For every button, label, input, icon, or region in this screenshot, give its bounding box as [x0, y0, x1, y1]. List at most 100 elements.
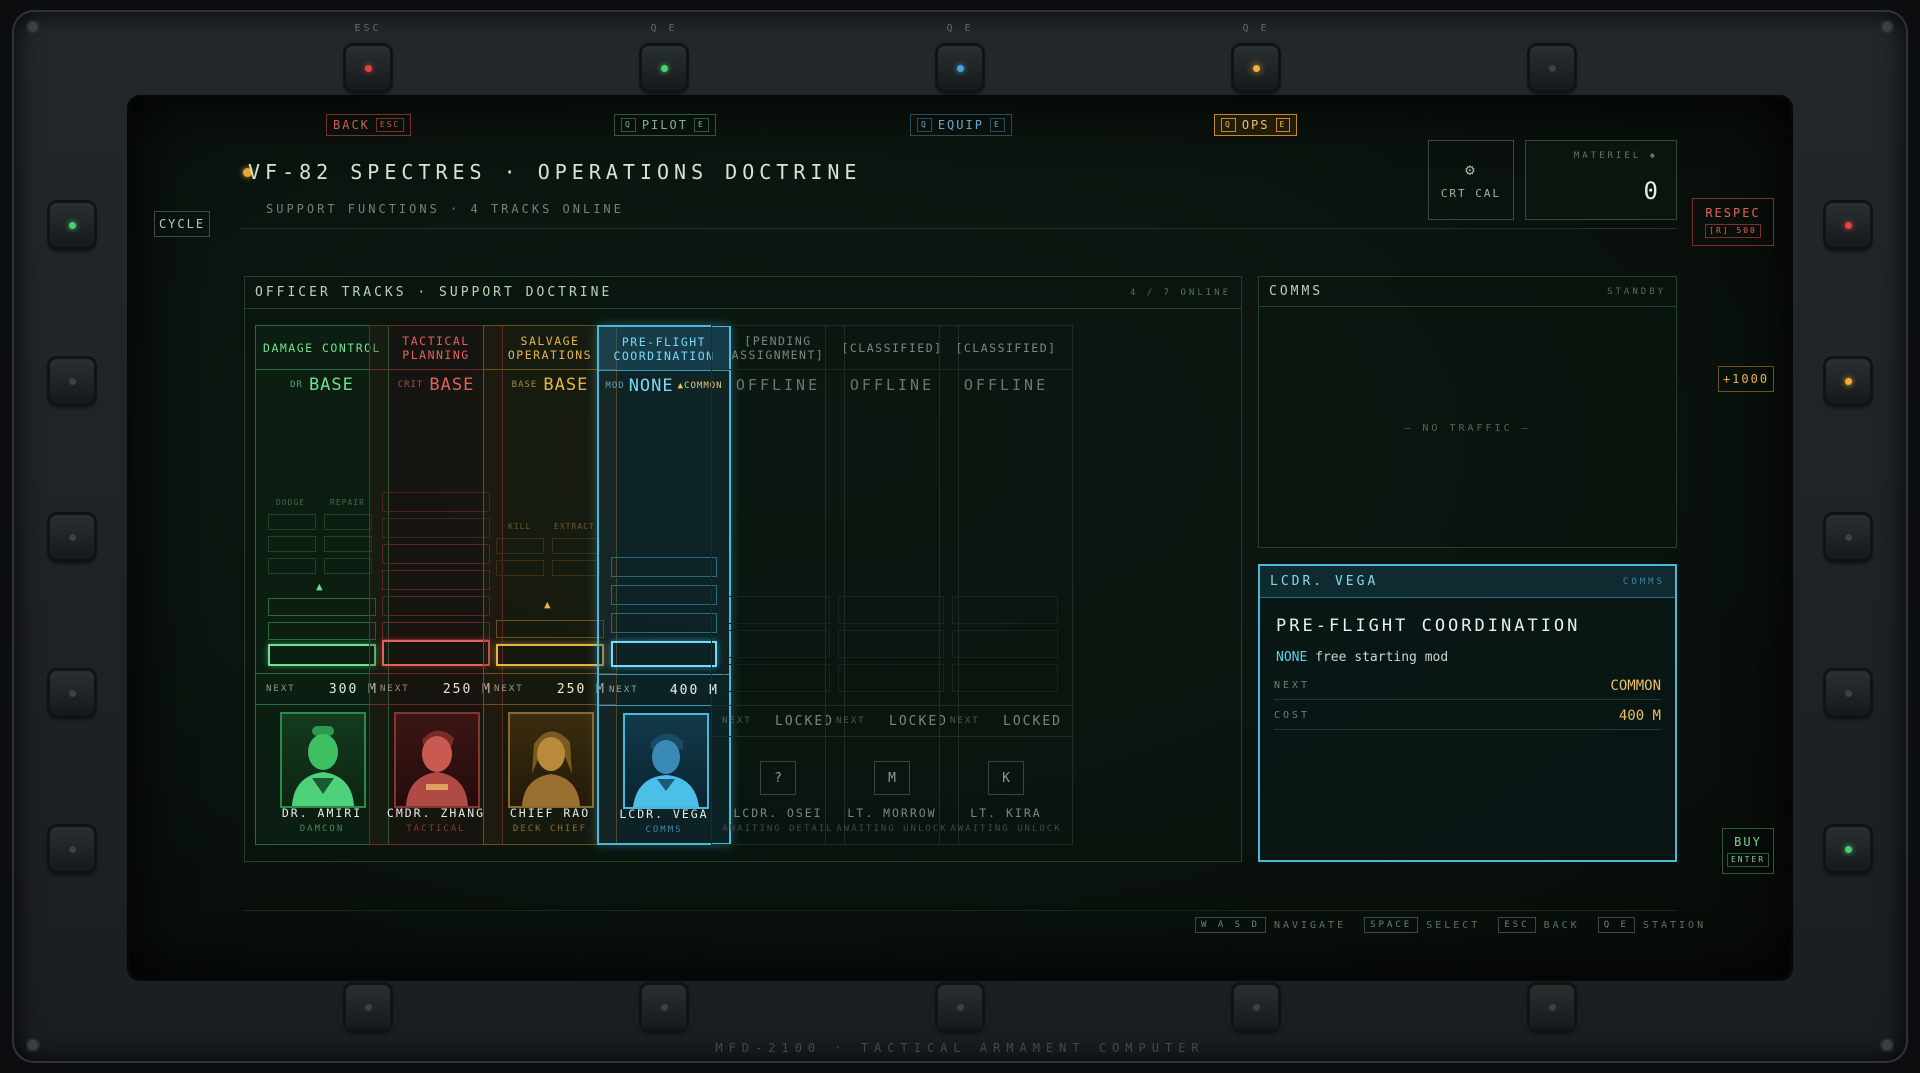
tier-slot[interactable]	[382, 596, 490, 616]
tier-slot[interactable]	[382, 492, 490, 512]
mod-slot[interactable]	[268, 558, 316, 574]
tab-back[interactable]: BACK ESC	[326, 114, 412, 136]
hw-button[interactable]	[50, 515, 94, 559]
led-indicator	[1844, 377, 1852, 385]
led-indicator	[956, 1003, 964, 1011]
led-indicator	[1252, 64, 1260, 72]
tier-slot[interactable]	[611, 557, 717, 577]
mod-slot[interactable]	[268, 514, 316, 530]
hw-button[interactable]	[346, 985, 390, 1029]
led-indicator	[364, 1003, 372, 1011]
officer-tracks-panel: OFFICER TRACKS · SUPPORT DOCTRINE 4 / 7 …	[244, 276, 1242, 862]
officer-portrait	[394, 712, 480, 808]
hint-label: BACK	[1543, 919, 1580, 931]
comms-status: STANDBY	[1607, 286, 1666, 297]
tier-slot[interactable]	[611, 585, 717, 605]
hw-button[interactable]	[1826, 515, 1870, 559]
led-indicator	[68, 221, 76, 229]
buy-label: BUY	[1734, 835, 1762, 849]
hw-button-back[interactable]	[346, 46, 390, 90]
tier-slot[interactable]	[382, 518, 490, 538]
mod-slot[interactable]	[268, 536, 316, 552]
page-title: VF-82 SPECTRES · OPERATIONS DOCTRINE	[248, 160, 862, 184]
bonus-button[interactable]: +1000	[1718, 366, 1774, 392]
mod-slot[interactable]	[324, 514, 372, 530]
tier-slot[interactable]	[496, 620, 604, 638]
tab-ops[interactable]: Q OPS E	[1214, 114, 1298, 136]
hw-button-equip[interactable]	[938, 46, 982, 90]
key-badge: Q	[917, 118, 932, 132]
slot-label: EXTRACT	[554, 522, 595, 531]
track-column-locked[interactable]: [CLASSIFIED] OFFLINE NEXT LOCKED K LT. K…	[939, 325, 1073, 845]
tier-slot-active[interactable]	[496, 644, 604, 666]
detail-cost-value: 400 M	[1618, 707, 1661, 724]
mod-slot[interactable]	[324, 536, 372, 552]
hw-button[interactable]	[50, 827, 94, 871]
crt-cal-button[interactable]: ⚙ CRT CAL	[1428, 140, 1514, 220]
hw-button[interactable]	[1530, 46, 1574, 90]
next-cost: LOCKED	[1003, 713, 1062, 729]
panel-header: LCDR. VEGA COMMS	[1260, 566, 1675, 598]
key-badge: Q E	[1597, 917, 1635, 933]
detail-title: PRE-FLIGHT COORDINATION	[1276, 616, 1581, 636]
track-header: PRE-FLIGHT COORDINATION	[599, 327, 729, 371]
mod-slot[interactable]	[552, 538, 600, 554]
tier-slot-active[interactable]	[268, 644, 376, 666]
hw-button[interactable]	[938, 985, 982, 1029]
key-hint: ESC	[354, 23, 382, 34]
tier-slot[interactable]	[268, 622, 376, 640]
mod-slot[interactable]	[324, 558, 372, 574]
officer-portrait	[623, 713, 709, 809]
tier-slot[interactable]	[268, 598, 376, 616]
online-count: 4 / 7 ONLINE	[1129, 287, 1231, 298]
led-indicator	[1548, 1003, 1556, 1011]
locked-officer-icon: M	[874, 761, 910, 795]
tier-slot[interactable]	[382, 544, 490, 564]
hw-button-buy[interactable]	[1826, 827, 1870, 871]
hw-button-bonus[interactable]	[1826, 359, 1870, 403]
officer-portrait	[508, 712, 594, 808]
tier-slot[interactable]	[382, 622, 490, 640]
hw-button-pilot[interactable]	[642, 46, 686, 90]
hw-button[interactable]	[1530, 985, 1574, 1029]
hw-button[interactable]	[642, 985, 686, 1029]
tier-slot-active[interactable]	[611, 641, 717, 667]
up-arrow-icon: ▲	[316, 580, 323, 593]
led-indicator	[364, 64, 372, 72]
tab-pilot[interactable]: Q PILOT E	[614, 114, 716, 136]
next-label: NEXT	[836, 716, 866, 726]
tab-equip[interactable]: Q EQUIP E	[910, 114, 1012, 136]
materiel-value: 0	[1643, 177, 1658, 205]
next-label: NEXT	[609, 685, 639, 695]
key-badge: [R] 500	[1705, 224, 1761, 238]
mod-slot[interactable]	[496, 538, 544, 554]
hw-button[interactable]	[50, 359, 94, 403]
mod-slot[interactable]	[496, 560, 544, 576]
mod-prefix: BASE	[511, 380, 538, 390]
cycle-button[interactable]: CYCLE	[154, 211, 210, 237]
hw-button[interactable]	[1826, 671, 1870, 715]
hw-button[interactable]	[50, 671, 94, 715]
hw-button[interactable]	[1234, 985, 1278, 1029]
mod-slot[interactable]	[552, 560, 600, 576]
hw-button-respec[interactable]	[1826, 203, 1870, 247]
tier-slot-active[interactable]	[382, 640, 490, 666]
respec-button[interactable]: RESPEC [R] 500	[1692, 198, 1774, 246]
tier-slot	[724, 596, 830, 624]
mod-prefix: DR	[290, 380, 303, 390]
hw-button-ops[interactable]	[1234, 46, 1278, 90]
respec-label: RESPEC	[1705, 206, 1761, 220]
divider	[244, 910, 1677, 911]
tier-slot[interactable]	[382, 570, 490, 590]
next-cost-row: NEXT 400 M	[599, 674, 729, 706]
hw-button-cycle[interactable]	[50, 203, 94, 247]
buy-button[interactable]: BUY ENTER	[1722, 828, 1774, 874]
mod-value: BASE	[308, 375, 354, 395]
detail-cost-label: COST	[1274, 710, 1311, 721]
locked-officer-icon: ?	[760, 761, 796, 795]
track-mod: OFFLINE	[963, 376, 1049, 394]
tier-slot[interactable]	[611, 613, 717, 633]
led-indicator	[68, 845, 76, 853]
comms-panel: COMMS STANDBY — NO TRAFFIC —	[1258, 276, 1677, 548]
detail-desc-row: NONE free starting mod	[1276, 650, 1448, 665]
